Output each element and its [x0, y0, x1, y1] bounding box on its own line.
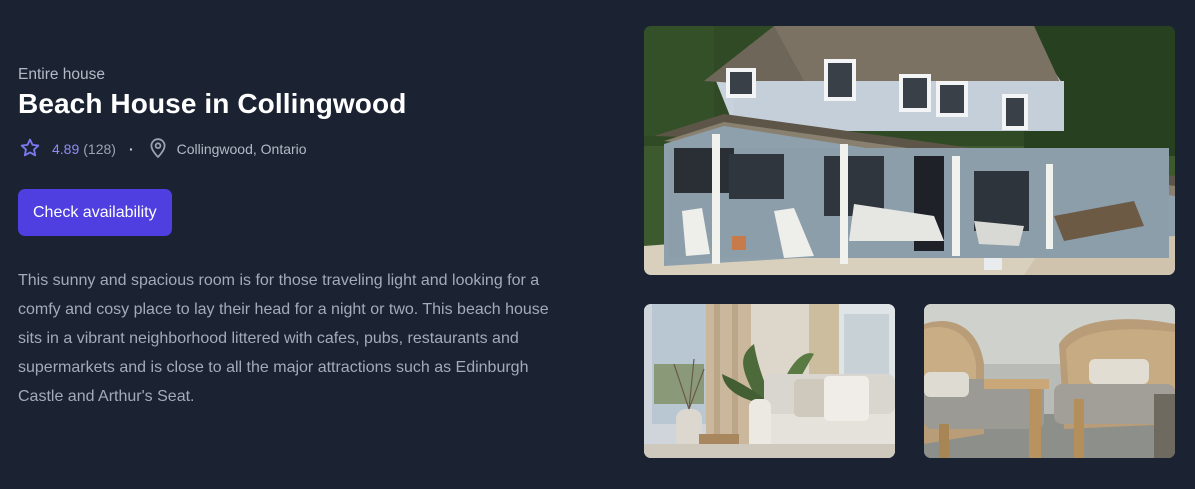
listing-details: Entire house Beach House in Collingwood …: [18, 62, 578, 411]
meta-separator: ·: [128, 141, 134, 157]
listing-location: Collingwood, Ontario: [176, 141, 307, 157]
rating-value: 4.89: [52, 141, 80, 157]
wicker-chairs-photo[interactable]: [924, 304, 1175, 458]
listing-title: Beach House in Collingwood: [18, 88, 407, 119]
beach-house-photo[interactable]: [644, 26, 1175, 275]
star-icon: [18, 137, 41, 162]
listing-description: This sunny and spacious room is for thos…: [18, 272, 549, 405]
listing-type: Entire house: [18, 66, 106, 83]
check-availability-button[interactable]: Check availability: [18, 189, 172, 236]
listing-meta: 4.89 (128) · Collingwood, Ontario: [18, 137, 578, 162]
map-pin-icon: [148, 137, 168, 162]
review-count: (128): [83, 141, 116, 157]
living-room-photo[interactable]: [644, 304, 895, 458]
